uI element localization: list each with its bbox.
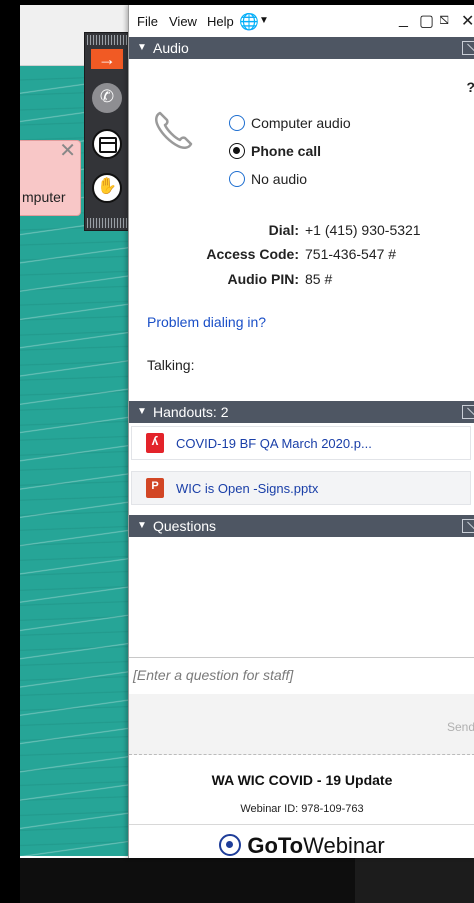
minimize-button[interactable]: _ <box>399 11 408 29</box>
question-input[interactable]: [Enter a question for staff] <box>129 657 474 695</box>
handouts-section-title: Handouts: 2 <box>153 404 229 420</box>
phone-icon <box>155 111 193 149</box>
handouts-section-header[interactable]: ▼ Handouts: 2 <box>129 401 474 423</box>
powerpoint-file-icon: P <box>146 478 164 498</box>
collapse-triangle-icon[interactable]: ▼ <box>137 37 147 59</box>
close-button[interactable]: ✕ <box>461 11 474 31</box>
menu-help[interactable]: Help <box>207 14 234 29</box>
collapse-triangle-icon[interactable]: ▼ <box>137 515 147 537</box>
handout-item-pdf[interactable]: ʎ COVID-19 BF QA March 2020.p... <box>131 426 471 460</box>
questions-section-header[interactable]: ▼ Questions <box>129 515 474 537</box>
radio-no-audio[interactable]: No audio <box>229 168 307 190</box>
phone-icon: ✆ <box>99 87 115 106</box>
webinar-title: WA WIC COVID - 19 Update <box>211 772 393 788</box>
problem-dialing-link[interactable]: Problem dialing in? <box>147 314 266 330</box>
dial-label: Dial: <box>268 222 299 238</box>
send-button[interactable]: Send <box>447 720 474 734</box>
handout-item-pptx[interactable]: P WIC is Open -Signs.pptx <box>131 471 471 505</box>
frame-left-border <box>0 0 20 903</box>
collapse-triangle-icon[interactable]: ▼ <box>137 401 147 423</box>
gotowebinar-logo: GoToWebinar <box>129 833 474 859</box>
audio-section-header[interactable]: ▼ Audio <box>129 37 474 59</box>
webinar-id: Webinar ID: 978-109-763 <box>240 803 364 815</box>
audio-section-body: ? Computer audio Phone call No audio Dia… <box>129 59 474 401</box>
popout-button[interactable]: ⧅ <box>439 11 449 29</box>
restore-button[interactable]: ▢ <box>419 11 434 31</box>
gotowebinar-logo-icon <box>219 834 242 856</box>
access-code-label: Access Code: <box>206 246 299 262</box>
access-code-value: 751-436-547 # <box>305 246 397 262</box>
collapse-arrow-icon[interactable]: → <box>91 49 123 69</box>
handout-name[interactable]: WIC is Open -Signs.pptx <box>176 481 318 496</box>
audio-pin-value: 85 # <box>305 271 333 287</box>
question-compose-area[interactable]: Send <box>129 694 474 755</box>
brand-webinar: Webinar <box>303 833 385 858</box>
menu-bar: File View Help 🌐 ▼ _ ▢ ⧅ ✕ <box>129 5 474 37</box>
radio-button-selected[interactable] <box>229 143 245 159</box>
strip-grip-top[interactable] <box>87 35 127 45</box>
access-code-row: Access Code: 751-436-547 # <box>129 246 396 264</box>
talking-label: Talking: <box>147 357 195 373</box>
window-icon <box>99 137 117 153</box>
radio-label: Computer audio <box>251 115 351 131</box>
popup-text: mputer <box>22 189 66 205</box>
raise-hand-icon: ✋ <box>97 178 117 195</box>
brand-goto: GoTo <box>247 833 304 858</box>
handout-name[interactable]: COVID-19 BF QA March 2020.p... <box>176 436 372 451</box>
questions-log <box>129 537 474 657</box>
questions-section-title: Questions <box>153 518 217 534</box>
footer-divider <box>129 824 474 825</box>
audio-pin-label: Audio PIN: <box>227 271 299 287</box>
audio-section-title: Audio <box>153 40 189 56</box>
control-panel-strip[interactable]: → ✆ ✋ <box>84 32 130 231</box>
radio-label: No audio <box>251 171 308 187</box>
dial-row: Dial: +1 (415) 930-5321 <box>129 222 421 240</box>
audio-pin-row: Audio PIN: 85 # <box>129 271 332 289</box>
menu-view[interactable]: View <box>169 14 197 29</box>
background-popup[interactable]: ✕ mputer <box>20 140 81 216</box>
help-icon[interactable]: ? <box>466 79 474 95</box>
popup-close-icon[interactable]: ✕ <box>59 141 76 161</box>
webinar-control-panel: File View Help 🌐 ▼ _ ▢ ⧅ ✕ ▼ Audio ? Com… <box>128 5 474 858</box>
taskbar-area-right <box>355 858 474 903</box>
language-globe-icon[interactable]: 🌐 <box>239 12 259 32</box>
popout-icon[interactable] <box>462 405 474 419</box>
radio-button[interactable] <box>229 115 245 131</box>
radio-phone-call[interactable]: Phone call <box>229 140 321 162</box>
question-placeholder: [Enter a question for staff] <box>133 667 294 683</box>
radio-computer-audio[interactable]: Computer audio <box>229 112 351 134</box>
radio-label: Phone call <box>251 143 322 159</box>
dial-value: +1 (415) 930-5321 <box>305 222 421 238</box>
popout-icon[interactable] <box>462 41 474 55</box>
strip-grip-bottom[interactable] <box>87 218 127 228</box>
chevron-down-icon[interactable]: ▼ <box>259 15 269 26</box>
popout-icon[interactable] <box>462 519 474 533</box>
radio-button[interactable] <box>229 171 245 187</box>
pdf-file-icon: ʎ <box>146 433 164 453</box>
menu-file[interactable]: File <box>137 14 158 29</box>
